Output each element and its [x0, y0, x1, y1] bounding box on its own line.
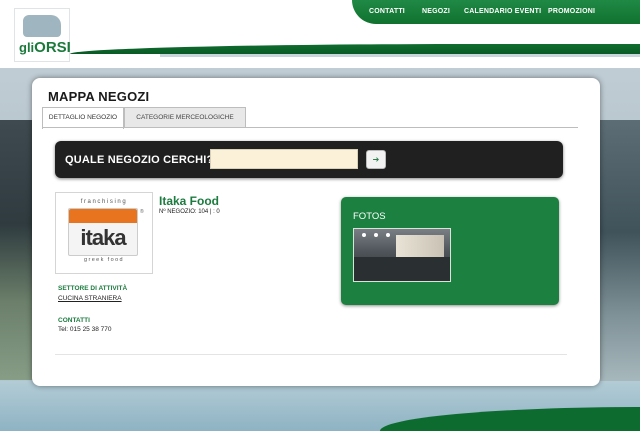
photo-counter [354, 257, 450, 281]
fotos-title: FOTOS [353, 211, 386, 222]
tab-underline [42, 127, 578, 128]
photo-shelf [396, 235, 444, 257]
search-bar: QUALE NEGOZIO CERCHI? ➔ [55, 141, 563, 178]
logo-greek-food-text: greek food [84, 257, 124, 263]
search-label: QUALE NEGOZIO CERCHI? [65, 154, 214, 166]
main-panel: MAPPA NEGOZI DETTAGLIO NEGOZIO CATEGORIE… [32, 78, 600, 386]
header-green-swoosh [70, 44, 640, 54]
store-logo: franchising itaka ® greek food [55, 192, 153, 274]
logo-itaka-word: itaka [80, 225, 126, 250]
store-number: Nº NEGOZIO: 104 | : 0 [159, 209, 220, 215]
nav-promozioni[interactable]: PROMOZIONI [548, 8, 595, 15]
arrow-right-icon: ➔ [372, 155, 380, 164]
search-input[interactable] [210, 149, 358, 169]
contact-phone: Tel: 015 25 38 770 [58, 326, 112, 333]
logo-text: gliORSI [19, 39, 71, 56]
search-button[interactable]: ➔ [366, 150, 386, 169]
nav-negozi[interactable]: NEGOZI [422, 8, 450, 15]
page-title: MAPPA NEGOZI [48, 89, 150, 104]
tab-dettaglio-negozio[interactable]: DETTAGLIO NEGOZIO [42, 107, 124, 129]
nav-calendario-eventi[interactable]: CALENDARIO EVENTI [464, 8, 541, 15]
bear-icon [23, 15, 61, 37]
fotos-box: FOTOS [341, 197, 559, 305]
tab-categorie-merceologiche[interactable]: CATEGORIE MERCEOLOGICHE [124, 107, 246, 128]
registered-mark: ® [140, 209, 144, 215]
photo-light [386, 233, 390, 237]
site-header: gliORSI CONTATTI NEGOZI CALENDARIO EVENT… [0, 0, 640, 68]
top-navigation: CONTATTI NEGOZI CALENDARIO EVENTI PROMOZ… [352, 0, 640, 24]
photo-light [362, 233, 366, 237]
sector-label: SETTORE DI ATTIVITÀ [58, 285, 128, 292]
store-name: Itaka Food [159, 194, 220, 208]
sector-link[interactable]: CUCINA STRANIERA [58, 295, 122, 302]
background-right-photo [598, 120, 640, 400]
logo-orange-band [69, 209, 137, 223]
contacts-label: CONTATTI [58, 317, 90, 324]
logo-franchising-text: franchising [80, 199, 128, 205]
brand-logo[interactable]: gliORSI [14, 8, 71, 62]
itaka-logo-mark: itaka [68, 208, 138, 256]
header-grey-line [160, 54, 640, 57]
photo-light [374, 233, 378, 237]
content-divider [55, 354, 567, 355]
nav-contatti[interactable]: CONTATTI [369, 8, 405, 15]
store-photo-thumbnail[interactable] [353, 228, 451, 282]
